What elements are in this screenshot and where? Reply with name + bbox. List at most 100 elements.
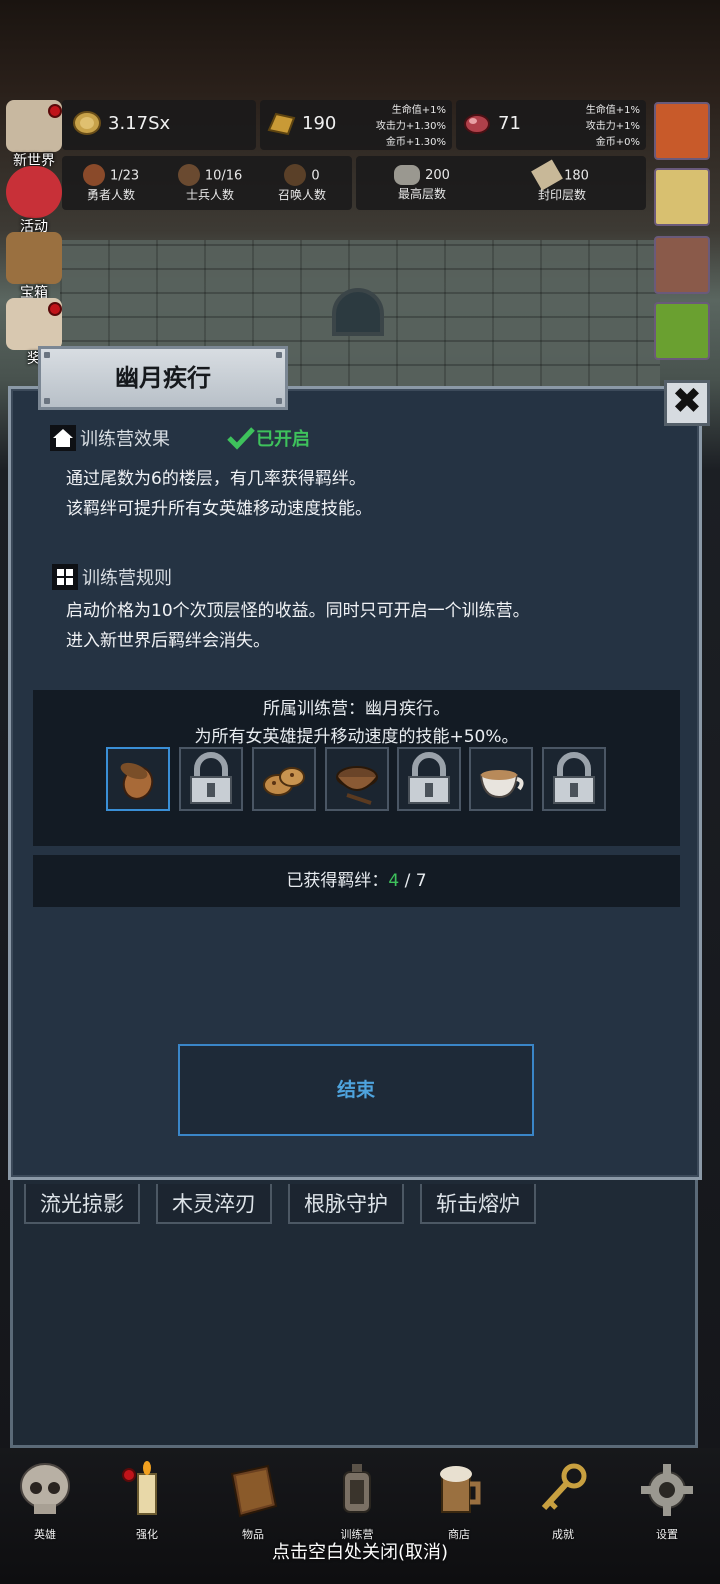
nav-training-camp[interactable]: 训练营 bbox=[322, 1460, 392, 1542]
summon-head-icon bbox=[284, 164, 307, 186]
bar-bonus-hp: 生命值+1% bbox=[391, 105, 446, 116]
hero-count-stat: 1/23 勇者人数 bbox=[66, 164, 156, 203]
bond-slot-5[interactable] bbox=[397, 747, 461, 811]
cookies-icon bbox=[263, 767, 305, 796]
gem-bonus-atk: 攻击力+1% bbox=[585, 121, 640, 132]
candle-buff-slot[interactable] bbox=[654, 168, 710, 226]
bond-slot-2[interactable] bbox=[179, 747, 243, 811]
onion-buff-slot[interactable] bbox=[654, 102, 710, 160]
soldier-count-stat: 10/16 士兵人数 bbox=[160, 164, 260, 203]
bond-slot-4[interactable] bbox=[325, 747, 389, 811]
end-button[interactable]: 结束 bbox=[178, 1044, 534, 1136]
bar-bonus-gold: 金币+1.30% bbox=[385, 137, 446, 148]
bond-slot-1[interactable] bbox=[106, 747, 170, 811]
bond-count-box: 已获得羁绊：4 / 7 bbox=[33, 855, 680, 907]
dialog-close-button[interactable]: ✖ bbox=[664, 380, 710, 426]
nav-items[interactable]: 物品 bbox=[218, 1460, 288, 1542]
acorn-icon bbox=[120, 762, 154, 800]
book-icon bbox=[230, 1464, 278, 1518]
rivet bbox=[44, 352, 50, 358]
grid-icon bbox=[52, 564, 78, 590]
checkmark-icon bbox=[227, 427, 255, 450]
gem-resource: 71 bbox=[462, 110, 521, 136]
coffee-cup-icon bbox=[479, 770, 524, 799]
nav-achievement[interactable]: 成就 bbox=[528, 1460, 598, 1542]
gem-bonus: 生命值+1% 攻击力+1% 金币+0% bbox=[556, 103, 640, 151]
house-icon bbox=[50, 425, 76, 451]
gem-value: 71 bbox=[498, 112, 521, 134]
bar-bonus-atk: 攻击力+1.30% bbox=[375, 121, 446, 132]
dialog-title-text: 幽月疾行 bbox=[115, 364, 211, 392]
rivet bbox=[44, 398, 50, 404]
meat-buff-slot[interactable] bbox=[654, 236, 710, 294]
coin-resource: 3.17Sx bbox=[72, 110, 170, 136]
gold-bar-icon bbox=[267, 112, 296, 136]
seal-floor-value: 180 bbox=[564, 168, 589, 184]
summon-count-label: 召唤人数 bbox=[277, 188, 326, 202]
close-hint-text[interactable]: 点击空白处关闭(取消) bbox=[0, 1538, 720, 1564]
bond-count-label: 已获得羁绊： bbox=[286, 871, 389, 891]
soldier-count-value: 10/16 bbox=[204, 168, 243, 184]
bar-bonus: 生命值+1% 攻击力+1.30% 金币+1.30% bbox=[360, 103, 446, 151]
tag-genmai[interactable]: 根脉守护 bbox=[288, 1184, 404, 1224]
summon-count-value: 0 bbox=[311, 168, 320, 184]
nav-shop[interactable]: 商店 bbox=[424, 1460, 494, 1542]
hero-count-label: 勇者人数 bbox=[86, 188, 135, 202]
activity-button[interactable]: 活动 bbox=[2, 166, 66, 235]
reward-badge bbox=[48, 302, 62, 316]
gem-bonus-gold: 金币+0% bbox=[595, 137, 640, 148]
cocoa-bowl-icon bbox=[336, 766, 378, 805]
rivet bbox=[276, 352, 282, 358]
effect-section-title: 训练营效果 bbox=[50, 425, 170, 451]
bond-slot-3[interactable] bbox=[252, 747, 316, 811]
effect-title-text: 训练营效果 bbox=[80, 429, 170, 450]
stone-icon bbox=[394, 164, 421, 185]
camp-line: 所属训练营：幽月疾行。 bbox=[263, 699, 450, 719]
bar-value: 190 bbox=[302, 112, 337, 134]
summon-count-stat: 0 召唤人数 bbox=[262, 164, 342, 203]
coin-icon bbox=[73, 111, 101, 135]
max-floor-label: 最高层数 bbox=[397, 186, 446, 201]
effect-line-2: 该羁绊可提升所有女英雄移动速度技能。 bbox=[66, 499, 372, 519]
treasure-chest-icon bbox=[6, 232, 62, 284]
dialog-title: 幽月疾行 bbox=[38, 346, 288, 410]
tag-zhanji[interactable]: 斩击熔炉 bbox=[420, 1184, 536, 1224]
max-floor-value: 200 bbox=[425, 168, 450, 183]
beer-mug-icon bbox=[440, 1466, 481, 1513]
gear-icon bbox=[641, 1464, 693, 1516]
bar-resource: 190 bbox=[266, 110, 336, 136]
hero-head-icon bbox=[82, 164, 105, 186]
gem-bonus-hp: 生命值+1% bbox=[585, 105, 640, 116]
nav-hero[interactable]: 英雄 bbox=[10, 1460, 80, 1542]
rivet bbox=[276, 398, 282, 404]
tag-muling[interactable]: 木灵淬刃 bbox=[156, 1184, 272, 1224]
rules-description: 启动价格为10个次顶层怪的收益。同时只可开启一个训练营。 进入新世界后羁绊会消失… bbox=[66, 596, 530, 656]
bond-count-total: / 7 bbox=[399, 871, 427, 891]
end-button-label: 结束 bbox=[336, 1079, 375, 1101]
key-icon bbox=[541, 1463, 587, 1511]
effect-description: 通过尾数为6的楼层，有几率获得羁绊。 该羁绊可提升所有女英雄移动速度技能。 bbox=[66, 464, 372, 524]
lantern-icon bbox=[343, 1464, 371, 1513]
bond-count-value: 4 bbox=[388, 871, 400, 891]
seal-floor-label: 封印层数 bbox=[537, 188, 586, 202]
bond-slot-6[interactable] bbox=[469, 747, 533, 811]
coin-value: 3.17Sx bbox=[108, 112, 171, 134]
nav-settings[interactable]: 设置 bbox=[632, 1460, 702, 1542]
slime-buff-slot[interactable] bbox=[654, 302, 710, 360]
lock-icon bbox=[408, 752, 450, 804]
dungeon-window bbox=[332, 288, 384, 336]
close-icon: ✖ bbox=[671, 381, 703, 422]
max-floor-stat: 200 最高层数 bbox=[372, 164, 472, 202]
bond-slot-7[interactable] bbox=[542, 747, 606, 811]
lock-icon bbox=[553, 752, 595, 804]
rules-title-text: 训练营规则 bbox=[82, 568, 172, 589]
soldier-head-icon bbox=[177, 164, 200, 186]
heart-icon bbox=[6, 166, 62, 218]
effect-line-1: 通过尾数为6的楼层，有几率获得羁绊。 bbox=[66, 469, 366, 489]
new-world-badge bbox=[48, 104, 62, 118]
tag-liuguang[interactable]: 流光掠影 bbox=[24, 1184, 140, 1224]
rules-line-1: 启动价格为10个次顶层怪的收益。同时只可开启一个训练营。 bbox=[66, 601, 530, 621]
lock-icon bbox=[190, 752, 232, 804]
chest-button[interactable]: 宝箱 bbox=[2, 232, 66, 301]
hero-count-value: 1/23 bbox=[109, 168, 140, 184]
